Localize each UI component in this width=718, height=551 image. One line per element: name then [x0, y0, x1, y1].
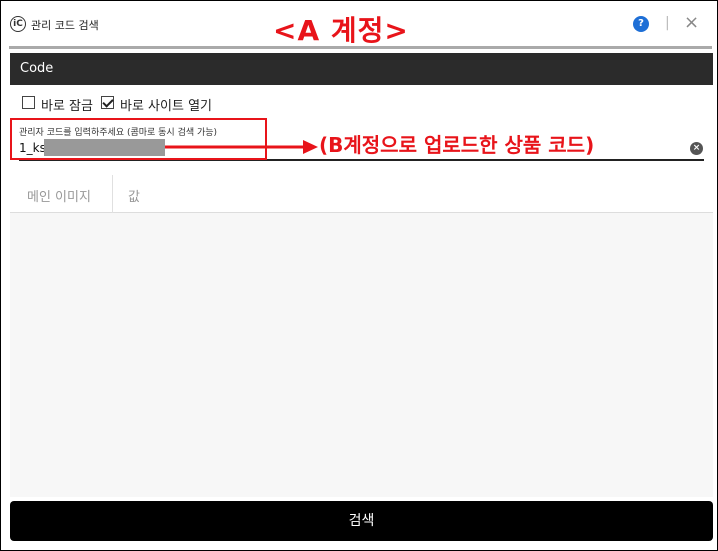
close-icon[interactable]: × — [684, 13, 699, 33]
app-window: iC 관리 코드 검색 <A 계정> ? | × Code 바로 잠금 바로 사… — [0, 0, 718, 551]
titlebar-divider: | — [665, 15, 670, 31]
annotation-arrow — [165, 140, 318, 154]
column-header-value[interactable]: 값 — [128, 186, 140, 205]
results-table-body — [10, 213, 713, 497]
app-logo-icon: iC — [10, 16, 26, 32]
table-header: 메인 이미지 값 — [10, 175, 713, 213]
window-title: 관리 코드 검색 — [31, 19, 99, 32]
clear-input-icon[interactable]: × — [690, 142, 703, 155]
annotation-title: <A 계정> — [273, 14, 409, 47]
column-header-main-image[interactable]: 메인 이미지 — [27, 186, 91, 205]
annotation-arrow-text: (B계정으로 업로드한 상품 코드) — [319, 133, 595, 157]
title-separator — [9, 46, 712, 49]
lock-checkbox-label[interactable]: 바로 잠금 — [41, 95, 93, 114]
open-site-checkbox-label[interactable]: 바로 사이트 열기 — [120, 95, 212, 114]
lock-checkbox[interactable] — [22, 96, 35, 109]
open-site-checkbox[interactable] — [101, 96, 114, 109]
column-divider — [112, 175, 113, 213]
help-icon[interactable]: ? — [633, 16, 649, 32]
code-section-header: Code — [10, 53, 713, 85]
search-button[interactable]: 검색 — [10, 501, 713, 541]
title-bar: iC 관리 코드 검색 <A 계정> ? | × — [1, 1, 717, 49]
